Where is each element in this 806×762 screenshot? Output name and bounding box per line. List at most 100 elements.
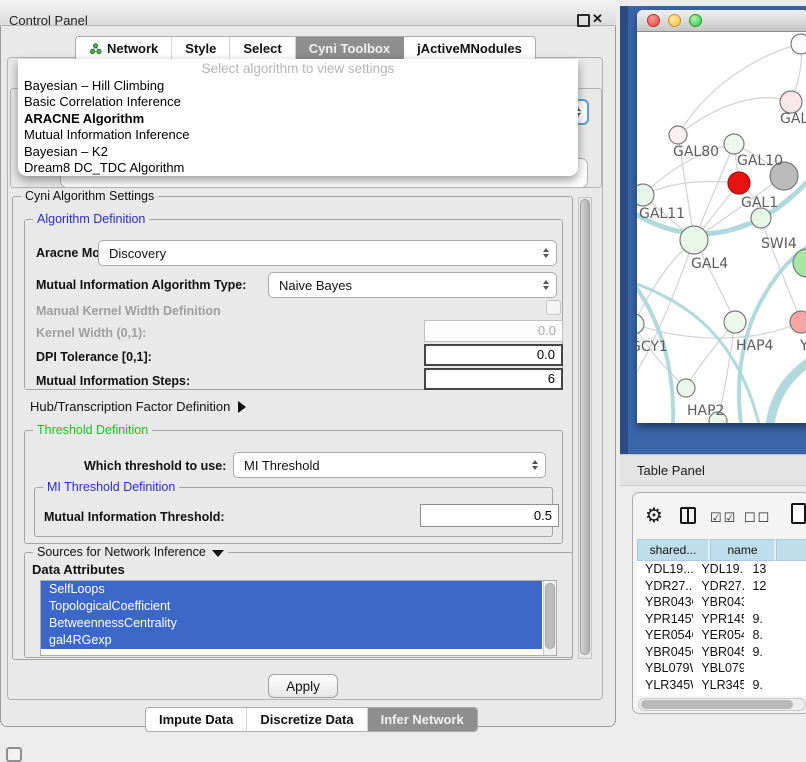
network-node[interactable]	[790, 311, 806, 333]
algorithm-definition-legend: Algorithm Definition	[33, 212, 149, 226]
tab-select[interactable]: Select	[230, 37, 295, 60]
table-cell: YBR045C	[637, 645, 693, 659]
close-light-icon[interactable]	[647, 14, 660, 27]
column-header[interactable]: shared...	[637, 539, 710, 561]
algorithm-option[interactable]: Bayesian – K2	[18, 144, 578, 160]
tab-label: Select	[243, 41, 281, 56]
tab-jactivemnodules[interactable]: jActiveMNodules	[404, 37, 535, 60]
node-label: Y	[799, 338, 806, 354]
algorithm-option[interactable]: Bayesian – Hill Climbing	[18, 78, 578, 94]
column-header[interactable]	[776, 539, 806, 561]
table-row[interactable]: YLR345WYLR345W9.	[637, 677, 806, 694]
network-graph[interactable]: GAL80GAL10GAL11GAL1SWI4GAL4GCY1HAP4YHAP2…	[637, 32, 806, 423]
attribute-item[interactable]: TopologicalCoefficient	[41, 598, 542, 615]
network-node[interactable]	[637, 184, 654, 206]
which-threshold-value: MI Threshold	[234, 458, 525, 473]
aracne-mode-select[interactable]: Discovery	[98, 240, 557, 266]
network-node[interactable]	[637, 314, 644, 334]
dpi-tolerance-field[interactable]: 0.0	[424, 344, 563, 366]
scrollbar-thumb[interactable]	[580, 199, 590, 655]
table-cell: YBL079W	[693, 661, 744, 675]
hub-definition-label: Hub/Transcription Factor Definition	[30, 399, 230, 414]
table-row[interactable]: YER054CYER054C8.	[637, 627, 806, 644]
network-edge[interactable]	[678, 98, 791, 135]
select-all-icon[interactable]: ☑☑	[710, 510, 737, 526]
list-scrollbar[interactable]	[543, 581, 556, 655]
settings-vertical-scrollbar[interactable]	[578, 197, 592, 659]
algorithm-option[interactable]: ARACNE Algorithm	[18, 111, 578, 127]
tab-impute-data[interactable]: Impute Data	[146, 708, 247, 731]
table-cell: YIL052C	[637, 694, 693, 696]
scrollbar-thumb[interactable]	[641, 700, 793, 709]
table-header-row: shared...name	[637, 539, 806, 561]
attribute-item[interactable]: BetweennessCentrality	[41, 615, 542, 632]
table-row[interactable]: YDL19...YDL19...13	[637, 561, 806, 578]
network-edge-highlighted[interactable]	[770, 362, 806, 423]
close-icon[interactable]: ✕	[592, 11, 603, 27]
network-node[interactable]	[751, 208, 771, 228]
deselect-all-icon[interactable]: ☐☐	[744, 510, 771, 526]
data-attributes-list[interactable]: SelfLoopsTopologicalCoefficientBetweenne…	[40, 580, 557, 656]
network-window-titlebar[interactable]	[637, 10, 806, 32]
table-row[interactable]: YBR045CYBR045C9.	[637, 644, 806, 661]
minimized-panel-icon[interactable]	[6, 747, 22, 762]
attribute-item[interactable]: gal4RGexp	[41, 632, 542, 649]
tab-infer-network[interactable]: Infer Network	[368, 708, 477, 731]
scrollbar-thumb[interactable]	[545, 583, 555, 649]
tab-network[interactable]: Network	[76, 37, 172, 60]
table-row[interactable]: YDR27...YDR27...12	[637, 578, 806, 595]
columns-icon[interactable]	[680, 507, 696, 524]
table-cell: YLR345W	[693, 678, 744, 692]
tab-cyni-toolbox[interactable]: Cyni Toolbox	[296, 37, 404, 60]
manual-kernel-width-checkbox[interactable]	[546, 300, 561, 315]
network-node[interactable]	[669, 126, 687, 144]
hub-definition-toggle[interactable]: Hub/Transcription Factor Definition	[30, 399, 246, 414]
document-icon[interactable]	[791, 503, 806, 524]
network-node[interactable]	[677, 379, 695, 397]
gear-icon[interactable]: ⚙	[645, 503, 663, 528]
network-node[interactable]	[680, 226, 708, 254]
table-row[interactable]: YBR043CYBR043C	[637, 594, 806, 611]
table-panel-title: Table Panel	[637, 463, 705, 478]
table-cell: YLR345W	[637, 678, 693, 692]
table-cell: YPR145W	[693, 612, 744, 626]
algorithm-dropdown-popup: Select algorithm to view settings Bayesi…	[18, 59, 578, 176]
tab-discretize-data[interactable]: Discretize Data	[247, 708, 367, 731]
table-cell: YBL079W	[637, 661, 693, 675]
apply-button[interactable]: Apply	[268, 674, 338, 698]
table-row[interactable]: YBL079WYBL079W	[637, 660, 806, 677]
algorithm-option[interactable]: Dream8 DC_TDC Algorithm	[18, 160, 578, 176]
desktop-shadow	[620, 6, 628, 454]
attribute-item[interactable]: SelfLoops	[41, 581, 542, 598]
network-node[interactable]	[728, 172, 750, 194]
kernel-width-field[interactable]: 0.0	[424, 320, 563, 342]
algorithm-option[interactable]: Basic Correlation Inference	[18, 94, 578, 110]
network-node[interactable]	[791, 34, 806, 54]
which-threshold-select[interactable]: MI Threshold	[233, 452, 546, 478]
mi-steps-field[interactable]: 6	[424, 368, 563, 390]
tab-style[interactable]: Style	[172, 37, 230, 60]
sources-legend[interactable]: Sources for Network Inference	[33, 545, 228, 559]
mi-steps-label: Mutual Information Steps:	[36, 374, 190, 388]
algorithm-option[interactable]: Mutual Information Inference	[18, 127, 578, 143]
table-cell: 9.	[744, 678, 806, 692]
zoom-light-icon[interactable]	[689, 14, 702, 27]
network-edge[interactable]	[637, 240, 694, 324]
network-edge[interactable]	[643, 181, 739, 195]
table-horizontal-scrollbar[interactable]	[638, 698, 806, 711]
column-header[interactable]: name	[710, 539, 776, 561]
float-window-icon[interactable]	[577, 14, 590, 27]
algorithm-dropdown-list: Bayesian – Hill ClimbingBasic Correlatio…	[18, 78, 578, 176]
table-cell: YBR043C	[637, 595, 693, 609]
network-node[interactable]	[724, 311, 746, 333]
mi-threshold-field[interactable]: 0.5	[420, 504, 559, 527]
table-cell: YDL19...	[693, 562, 744, 576]
network-node[interactable]	[780, 91, 802, 113]
table-row[interactable]: YPR145WYPR145W9.	[637, 611, 806, 628]
mi-algorithm-type-select[interactable]: Naive Bayes	[268, 272, 557, 298]
network-node[interactable]	[793, 249, 806, 277]
minimize-light-icon[interactable]	[668, 14, 681, 27]
network-node[interactable]	[724, 134, 744, 154]
table-row[interactable]: YIL052CYIL052C9	[637, 693, 806, 696]
mi-threshold-label: Mutual Information Threshold:	[44, 510, 225, 524]
